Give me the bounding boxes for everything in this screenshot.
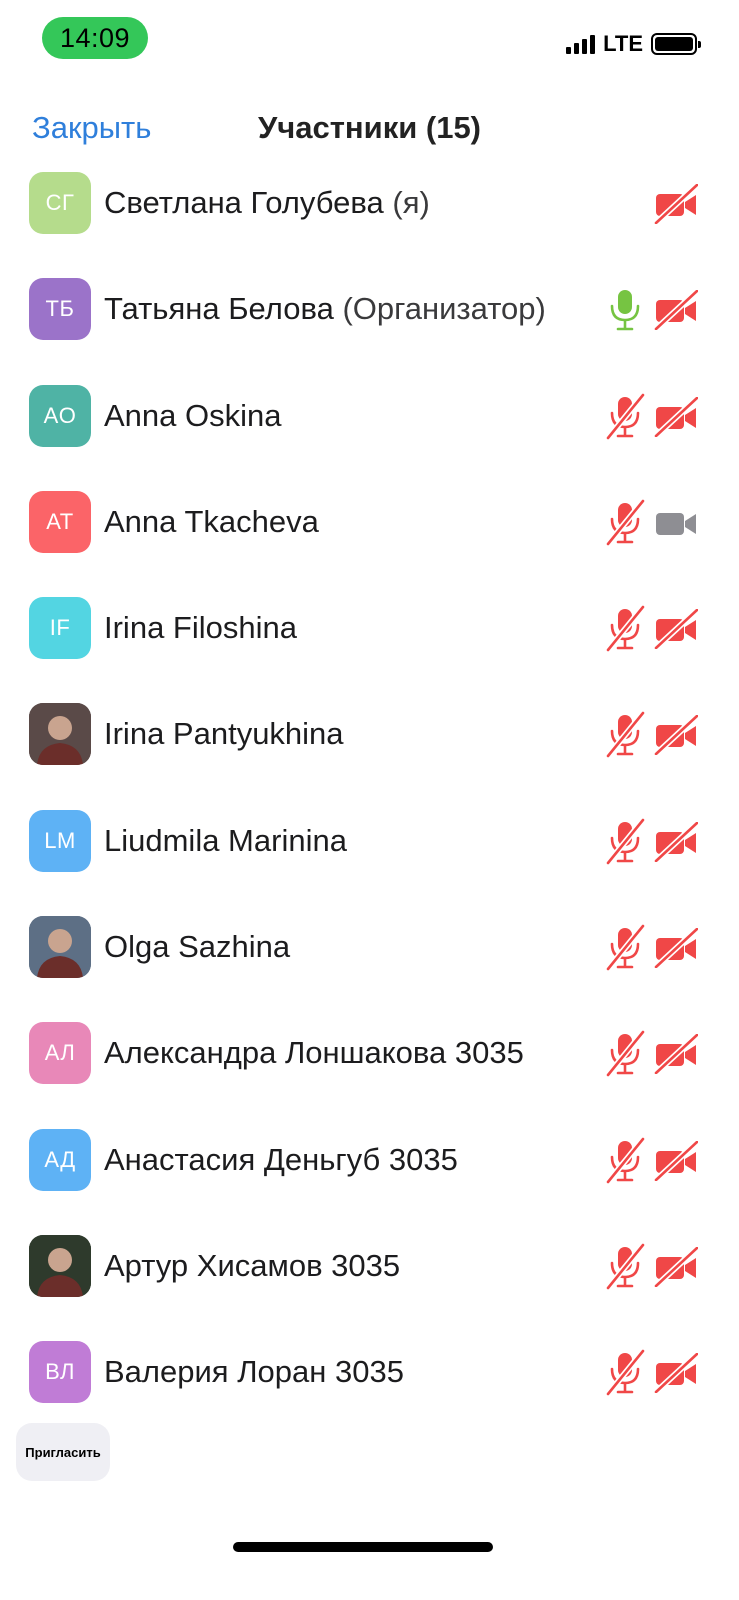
participant-name: Светлана Голубева (я) [104,150,430,256]
participant-name: Александра Лоншакова 3035 [104,1000,524,1106]
participant-row[interactable]: Olga Sazhina [0,894,739,1000]
participant-name-text: Olga Sazhina [104,929,291,965]
participant-row[interactable]: СГ Светлана Голубева (я) [0,150,739,256]
home-indicator [233,1542,493,1552]
avatar: IF [29,597,91,660]
participant-name-text: Анастасия Деньгуб 3035 [104,1141,458,1177]
mic-muted-icon[interactable] [603,817,647,866]
mic-muted-icon[interactable] [603,605,647,653]
participant-row[interactable]: ТБ Татьяна Белова (Организатор) [0,256,739,362]
video-off-icon[interactable] [653,607,700,651]
video-off-icon[interactable] [653,714,700,757]
participant-name: Анастасия Деньгуб 3035 [104,1107,458,1213]
avatar: АЛ [29,1022,91,1085]
avatar: AO [29,384,91,447]
participant-row[interactable]: ВЛ Валерия Лоран 3035 [0,1319,739,1425]
participant-name-text: Liudmila Marinina [104,822,347,858]
mic-muted-icon[interactable] [603,1349,647,1397]
participant-name: Liudmila Marinina [104,788,347,894]
participant-name-text: Светлана Голубева [104,185,384,220]
video-camera-icon[interactable] [654,503,698,543]
participant-name-text: Anna Tkacheva [104,503,319,539]
participant-row[interactable]: Irina Pantyukhina [0,681,739,787]
mic-on-icon[interactable] [603,286,647,334]
avatar: ВЛ [29,1341,91,1404]
participant-name-text: Валерия Лоран 3035 [104,1354,404,1390]
participant-name: Irina Pantyukhina [104,681,344,787]
mic-muted-icon[interactable] [603,924,647,972]
avatar: АД [29,1128,91,1191]
status-time[interactable]: 14:09 [42,17,148,59]
video-off-icon[interactable] [653,1139,700,1182]
video-off-icon[interactable] [653,1352,700,1395]
video-off-icon[interactable] [653,1245,700,1289]
video-off-icon[interactable] [653,395,700,438]
participant-role-label: (Организатор) [342,291,546,327]
avatar: ТБ [29,278,91,341]
participant-row[interactable]: Артур Хисамов 3035 [0,1213,739,1319]
participant-row[interactable]: АЛ Александра Лоншакова 3035 [0,1000,739,1106]
participant-name: Артур Хисамов 3035 [104,1213,400,1319]
participant-name-text: Татьяна Белова [104,291,334,327]
status-bar: 14:09 LTE [0,0,739,80]
participant-name-text: Артур Хисамов 3035 [104,1247,401,1283]
video-off-icon[interactable] [653,1033,700,1076]
participant-list: СГ Светлана Голубева (я) ТБ Татьяна Белова … [0,150,739,1426]
mic-muted-icon[interactable] [603,1030,647,1078]
avatar: LM [29,809,91,872]
video-off-icon[interactable] [653,820,700,863]
mic-muted-icon[interactable] [603,1136,647,1185]
battery-icon [651,33,701,55]
participant-name-text: Anna Oskina [104,397,282,433]
video-off-icon[interactable] [653,926,700,970]
avatar-photo [29,916,91,979]
participant-name: Anna Oskina [104,363,282,469]
avatar-photo [29,703,91,766]
cellular-signal-icon [566,34,596,54]
status-indicators: LTE [566,31,701,57]
participant-name: Валерия Лоран 3035 [104,1319,404,1425]
mic-muted-icon[interactable] [603,1243,647,1291]
mic-muted-icon[interactable] [603,392,647,441]
participant-name: Olga Sazhina [104,894,290,1000]
network-type-label: LTE [603,31,643,56]
participant-row[interactable]: LM Liudmila Marinina [0,788,739,894]
participant-row[interactable]: AT Anna Tkacheva [0,469,739,575]
participant-name: Татьяна Белова (Организатор) [104,256,546,362]
participant-name: Anna Tkacheva [104,469,319,575]
participant-name-text: Александра Лоншакова 3035 [104,1035,524,1071]
participant-row[interactable]: АД Анастасия Деньгуб 3035 [0,1107,739,1213]
invite-button[interactable]: Пригласить [16,1423,110,1481]
mic-muted-icon[interactable] [603,711,647,759]
participant-name-text: Irina Pantyukhina [104,716,344,752]
participant-row[interactable]: AO Anna Oskina [0,363,739,469]
participant-name: Irina Filoshina [104,575,297,681]
avatar: AT [29,490,91,553]
mic-muted-icon[interactable] [603,498,647,547]
participant-role-label: (я) [392,185,430,220]
participant-row[interactable]: IF Irina Filoshina [0,575,739,681]
participant-name-text: Irina Filoshina [104,610,297,646]
page-title: Участники (15) [257,110,482,145]
video-off-icon[interactable] [653,182,700,226]
avatar-photo [29,1234,91,1297]
video-off-icon[interactable] [653,289,700,332]
avatar: СГ [29,172,91,234]
